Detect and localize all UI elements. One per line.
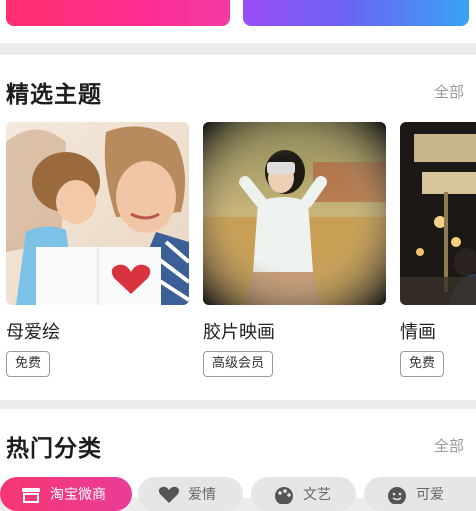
promo-banner-right[interactable]	[243, 0, 469, 26]
category-label: 可爱	[416, 487, 444, 503]
theme-tag-badge: 高级会员	[203, 351, 274, 377]
category-pill-taobao[interactable]: 淘宝微商	[0, 477, 132, 511]
promo-banner-left[interactable]	[6, 0, 230, 26]
top-banner-row	[0, 0, 476, 43]
theme-card-mother-love[interactable]: 母爱绘 免费	[6, 122, 189, 377]
theme-name: 母爱绘	[6, 322, 60, 343]
featured-themes-title: 精选主题	[6, 82, 102, 108]
hot-categories-section: 热门分类 全部 淘宝微商 爱情 文艺 可爱	[0, 409, 476, 511]
featured-see-all-link[interactable]: 全部	[434, 81, 464, 102]
category-pill-cute[interactable]: 可爱	[364, 477, 476, 511]
theme-name: 情画	[400, 322, 436, 343]
category-pill-love[interactable]: 爱情	[138, 477, 243, 511]
category-label: 爱情	[188, 487, 216, 503]
palette-icon	[273, 486, 295, 505]
theme-thumbnail[interactable]	[6, 122, 189, 305]
hot-categories-title: 热门分类	[6, 436, 102, 462]
theme-card-love-paint[interactable]: 情画 免费	[400, 122, 476, 377]
theme-name: 胶片映画	[203, 322, 275, 343]
theme-card-film[interactable]: 胶片映画 高级会员	[203, 122, 386, 377]
theme-thumbnail[interactable]	[400, 122, 476, 305]
category-label: 淘宝微商	[50, 487, 106, 503]
theme-tag-badge: 免费	[400, 351, 445, 377]
category-label: 文艺	[303, 487, 331, 503]
smile-icon	[386, 486, 408, 505]
heart-icon	[158, 486, 180, 504]
featured-themes-section: 精选主题 全部 母爱绘 免费 胶片映画 高级会员 情画 免费	[0, 55, 476, 400]
shop-icon	[20, 486, 42, 504]
theme-tag-badge: 免费	[6, 351, 51, 377]
theme-thumbnail[interactable]	[203, 122, 386, 305]
categories-see-all-link[interactable]: 全部	[434, 435, 464, 456]
category-pill-art[interactable]: 文艺	[251, 477, 356, 511]
